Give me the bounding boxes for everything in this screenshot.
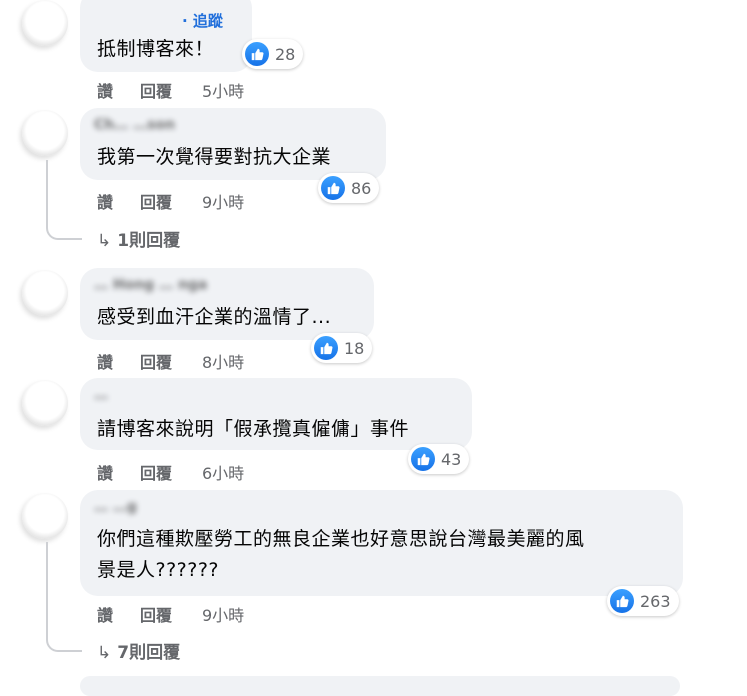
reply-arrow-icon: ↳ [97, 643, 112, 663]
replies-count: 7則回覆 [117, 643, 181, 663]
avatar[interactable] [22, 0, 68, 46]
comment-text: 你們這種欺壓勞工的無良企業也好意思說台灣最美麗的風 景是人?????? [97, 528, 585, 581]
comment-bubble: … Hong … nga 感受到血汗企業的溫情了... [80, 268, 374, 340]
comment-bubble: · 追蹤 抵制博客來！ [80, 0, 252, 72]
reaction-count: 18 [344, 338, 365, 358]
reply-button[interactable]: 回覆 [140, 602, 172, 626]
comment-bubble: … 請博客來說明「假承攬真僱傭」事件 [80, 378, 472, 450]
comment-text: 抵制博客來！ [97, 38, 215, 60]
comment-time[interactable]: 6小時 [202, 460, 244, 484]
reaction-badge[interactable]: 263 [607, 586, 679, 616]
comment-time[interactable]: 9小時 [202, 189, 244, 213]
like-icon [610, 589, 634, 613]
like-button[interactable]: 讚 [97, 602, 113, 626]
comment-author[interactable]: Ch… …son [94, 117, 175, 133]
reaction-badge[interactable]: 43 [408, 444, 470, 474]
comment-author[interactable]: … Hong … nga [94, 277, 207, 293]
reaction-badge[interactable]: 28 [242, 39, 304, 69]
reply-button[interactable]: 回覆 [140, 349, 172, 373]
replies-count: 1則回覆 [117, 231, 181, 251]
comment-author[interactable]: … …g [94, 499, 137, 515]
comment-text: 感受到血汗企業的溫情了... [97, 306, 332, 328]
comment-bubble: Ch… …son 我第一次覺得要對抗大企業 [80, 108, 386, 180]
reaction-badge[interactable]: 18 [311, 333, 373, 363]
comment-bubble: … …g 你們這種欺壓勞工的無良企業也好意思說台灣最美麗的風 景是人?????? [80, 490, 683, 596]
like-button[interactable]: 讚 [97, 189, 113, 213]
like-button[interactable]: 讚 [97, 78, 113, 102]
reaction-count: 43 [441, 449, 462, 469]
thread-line [46, 542, 82, 652]
like-button[interactable]: 讚 [97, 349, 113, 373]
reply-arrow-icon: ↳ [97, 231, 112, 251]
avatar[interactable] [22, 380, 68, 426]
comment-author[interactable]: … [94, 387, 108, 403]
like-icon [321, 176, 345, 200]
comment-text: 我第一次覺得要對抗大企業 [97, 146, 332, 168]
reaction-badge[interactable]: 86 [318, 173, 380, 203]
reaction-count: 28 [275, 44, 296, 64]
reaction-count: 86 [351, 178, 372, 198]
view-replies-link[interactable]: ↳ 1則回覆 [97, 226, 180, 251]
thread-line [46, 160, 82, 240]
reply-button[interactable]: 回覆 [140, 460, 172, 484]
like-button[interactable]: 讚 [97, 460, 113, 484]
like-icon [245, 42, 269, 66]
comment-text: 請博客來說明「假承攬真僱傭」事件 [97, 418, 410, 440]
next-comment-bubble [80, 676, 680, 696]
comment-time[interactable]: 8小時 [202, 349, 244, 373]
avatar[interactable] [22, 270, 68, 316]
view-replies-link[interactable]: ↳ 7則回覆 [97, 638, 180, 663]
reply-button[interactable]: 回覆 [140, 189, 172, 213]
comment-time[interactable]: 9小時 [202, 602, 244, 626]
reaction-count: 263 [640, 591, 671, 611]
avatar[interactable] [22, 110, 68, 156]
like-icon [314, 336, 338, 360]
like-icon [411, 447, 435, 471]
comment-time[interactable]: 5小時 [202, 78, 244, 102]
follow-link[interactable]: · 追蹤 [182, 10, 223, 31]
avatar[interactable] [22, 493, 68, 539]
reply-button[interactable]: 回覆 [140, 78, 172, 102]
